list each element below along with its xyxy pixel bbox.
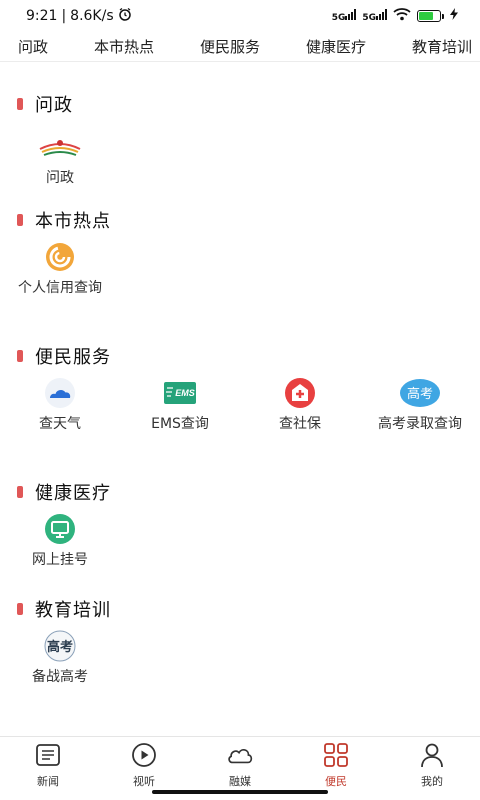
nav-label: 新闻 (37, 775, 59, 788)
person-icon (418, 741, 446, 769)
service-item-weather[interactable]: 查天气 (5, 377, 115, 433)
credit-icon (38, 241, 82, 273)
section-header: 教育培训 (0, 596, 480, 622)
status-divider: | (61, 8, 67, 24)
social-security-icon (278, 377, 322, 409)
nav-label: 我的 (421, 775, 443, 788)
battery-icon (417, 10, 444, 22)
ems-icon-text: EMS (175, 388, 195, 398)
status-left: 9:21 | 8.6K/s (26, 7, 132, 25)
tab-education[interactable]: 教育培训 (412, 36, 472, 57)
section-title: 教育培训 (35, 600, 111, 621)
cloud-icon (226, 741, 254, 769)
exam-prep-icon-text: 高考 (47, 639, 73, 655)
nav-label: 便民 (325, 775, 347, 788)
section-header: 便民服务 (0, 343, 480, 369)
monitor-icon (38, 513, 82, 545)
alarm-icon (118, 7, 132, 25)
service-item-gaokao[interactable]: 高考 高考录取查询 (365, 377, 475, 433)
section-health: 健康医疗 网上挂号 (0, 479, 480, 605)
nav-mine[interactable]: 我的 (384, 737, 480, 800)
gaokao-icon-text: 高考 (407, 386, 433, 402)
section-service: 便民服务 查天气 EMS EMS查询 查社保 高考 高考录取查询 (0, 343, 480, 469)
nav-label: 视听 (133, 775, 155, 788)
section-marker (17, 603, 23, 615)
status-time: 9:21 (26, 8, 58, 24)
play-icon (130, 741, 158, 769)
service-item-exam-prep[interactable]: 高考 备战高考 (5, 630, 115, 686)
news-list-icon (34, 741, 62, 769)
wenzheng-logo-icon (38, 131, 82, 163)
section-title: 本市热点 (35, 211, 111, 232)
grid-icon (322, 741, 350, 769)
charging-icon (450, 8, 458, 24)
exam-prep-icon: 高考 (38, 630, 82, 662)
section-marker (17, 98, 23, 110)
section-header: 本市热点 (0, 207, 480, 233)
status-right: 5G 5G (332, 7, 458, 25)
service-item-social-security[interactable]: 查社保 (245, 377, 355, 433)
service-item-wenzheng[interactable]: 问政 (5, 131, 115, 187)
service-item-label: 个人信用查询 (18, 280, 102, 296)
service-item-label: 备战高考 (32, 669, 88, 685)
section-title: 健康医疗 (35, 483, 111, 504)
service-item-label: 网上挂号 (32, 552, 88, 568)
nav-news[interactable]: 新闻 (0, 737, 96, 800)
section-marker (17, 214, 23, 226)
gaokao-icon: 高考 (398, 377, 442, 409)
section-header: 健康医疗 (0, 479, 480, 505)
section-title: 便民服务 (35, 347, 111, 368)
signal-icon: 5G (362, 8, 387, 24)
service-item-label: 查社保 (279, 416, 321, 432)
tab-service[interactable]: 便民服务 (200, 36, 260, 57)
service-item-ems[interactable]: EMS EMS查询 (125, 377, 235, 433)
section-marker (17, 486, 23, 498)
section-wenzheng: 问政 问政 (0, 91, 480, 217)
service-item-label: EMS查询 (151, 416, 209, 432)
service-item-label: 高考录取查询 (378, 416, 462, 432)
section-header: 问政 (0, 91, 480, 117)
status-bar: 9:21 | 8.6K/s 5G 5G (0, 0, 480, 32)
section-hotspot: 本市热点 个人信用查询 (0, 207, 480, 333)
tab-wenzheng[interactable]: 问政 (18, 36, 48, 57)
section-title: 问政 (35, 95, 73, 116)
section-education: 教育培训 高考 备战高考 (0, 596, 480, 722)
home-indicator (152, 790, 328, 794)
signal-icon: 5G (332, 8, 357, 24)
tab-hotspot[interactable]: 本市热点 (94, 36, 154, 57)
wifi-icon (393, 7, 411, 25)
weather-cloud-icon (38, 377, 82, 409)
service-item-credit[interactable]: 个人信用查询 (5, 241, 115, 297)
service-item-label: 查天气 (39, 416, 81, 432)
status-speed: 8.6K/s (70, 8, 114, 24)
nav-label: 融媒 (229, 775, 251, 788)
category-tabs: 问政 本市热点 便民服务 健康医疗 教育培训 (0, 32, 480, 62)
service-item-label: 问政 (46, 170, 74, 186)
ems-icon: EMS (158, 377, 202, 409)
tab-health[interactable]: 健康医疗 (306, 36, 366, 57)
service-item-registration[interactable]: 网上挂号 (5, 513, 115, 569)
section-marker (17, 350, 23, 362)
